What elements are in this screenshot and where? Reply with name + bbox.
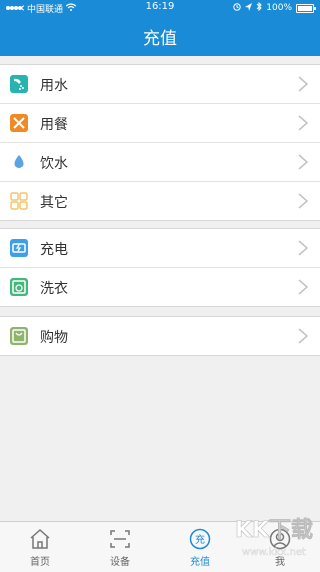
menu-item-laundry[interactable]: 洗衣 — [0, 268, 320, 306]
nav-bar: 充值 — [0, 14, 320, 56]
bluetooth-icon — [256, 1, 262, 14]
washing-machine-icon — [10, 278, 28, 296]
menu-item-charging[interactable]: 充电 — [0, 229, 320, 268]
chevron-right-icon — [296, 154, 310, 170]
menu-item-label: 洗衣 — [40, 281, 68, 297]
menu-section-2: 充电 洗衣 — [0, 228, 320, 307]
chevron-right-icon — [296, 240, 310, 256]
menu-section-1: 用水 用餐 饮水 其它 — [0, 64, 320, 221]
scan-icon — [110, 530, 130, 548]
watermark-url: www.kkx.net — [242, 547, 306, 558]
watermark: KK下载 www.kkx.net — [234, 505, 314, 565]
status-right: 100% — [233, 1, 316, 14]
menu-item-other[interactable]: 其它 — [0, 182, 320, 220]
tab-label: 充值 — [190, 557, 210, 568]
water-drop-icon — [10, 153, 28, 171]
menu-section-3: 购物 — [0, 316, 320, 356]
menu-item-label: 饮水 — [40, 156, 68, 172]
tab-home[interactable]: 首页 — [0, 522, 80, 572]
status-bar: 中国联通 16:19 100% — [0, 0, 320, 15]
menu-item-label: 用餐 — [40, 117, 68, 133]
tab-label: 首页 — [30, 557, 50, 568]
grid-icon — [10, 192, 28, 210]
battery-icon — [296, 3, 316, 13]
menu-item-label: 充电 — [40, 242, 68, 258]
shower-icon — [10, 75, 28, 93]
battery-percent: 100% — [266, 3, 292, 13]
chevron-right-icon — [296, 115, 310, 131]
recharge-icon: 充 — [189, 528, 211, 550]
chevron-right-icon — [296, 193, 310, 209]
battery-charge-icon — [10, 239, 28, 257]
alarm-icon — [233, 2, 241, 14]
chevron-right-icon — [296, 279, 310, 295]
tab-recharge[interactable]: 充 充值 — [160, 522, 240, 572]
chevron-right-icon — [296, 76, 310, 92]
menu-item-label: 购物 — [40, 330, 68, 346]
home-icon — [30, 528, 50, 549]
menu-item-dining[interactable]: 用餐 — [0, 104, 320, 143]
menu-item-label: 用水 — [40, 78, 68, 94]
menu-item-label: 其它 — [40, 195, 68, 211]
menu-item-water[interactable]: 用水 — [0, 65, 320, 104]
watermark-logo: KK下载 — [235, 517, 313, 543]
menu-item-drinking-water[interactable]: 饮水 — [0, 143, 320, 182]
svg-text:充: 充 — [195, 533, 205, 546]
menu-item-shopping[interactable]: 购物 — [0, 317, 320, 355]
tab-label: 设备 — [110, 557, 130, 568]
location-icon — [245, 2, 253, 14]
tab-devices[interactable]: 设备 — [80, 522, 160, 572]
page-title: 充值 — [143, 29, 177, 49]
utensils-icon — [10, 114, 28, 132]
shopping-bag-icon — [10, 327, 28, 345]
chevron-right-icon — [296, 328, 310, 344]
